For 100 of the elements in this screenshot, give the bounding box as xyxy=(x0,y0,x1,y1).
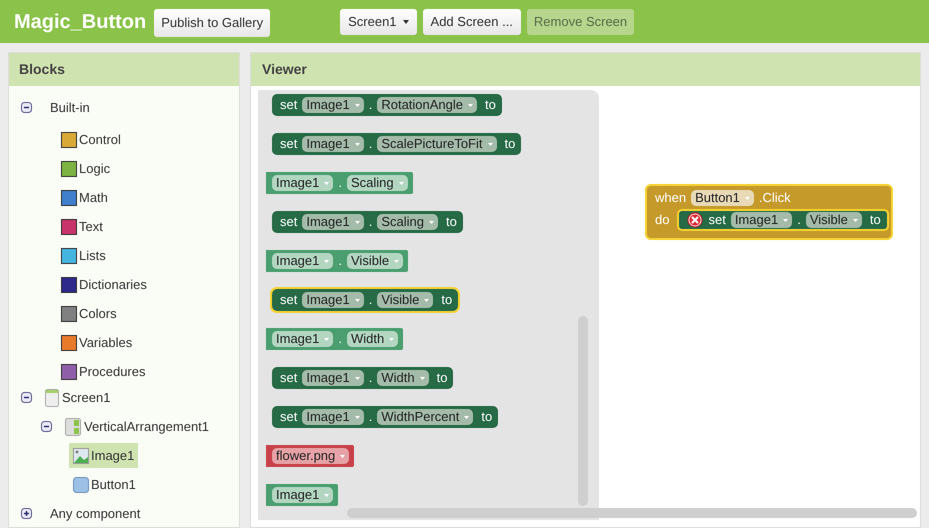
add-screen-button[interactable]: Add Screen ... xyxy=(422,8,521,34)
block-text: set xyxy=(280,213,298,232)
block-text: . xyxy=(368,213,372,232)
block-text: to xyxy=(436,369,448,388)
tree-label[interactable]: Built-in xyxy=(50,98,90,118)
caret-icon xyxy=(783,218,788,222)
screen-dropdown[interactable]: Screen1 xyxy=(340,8,417,34)
setter-block[interactable]: set Image1 . Visible to xyxy=(677,209,889,231)
setter-block[interactable]: set Image1 . WidthPercent to xyxy=(272,406,498,428)
tree-item[interactable]: Image1 xyxy=(69,442,138,468)
category-label: Lists xyxy=(79,246,106,264)
getter-block[interactable]: Image1 . Width xyxy=(266,328,404,350)
block-text: to xyxy=(441,291,452,310)
category-label: Logic xyxy=(79,160,110,178)
component-dropdown[interactable]: Image1 xyxy=(302,97,364,113)
block-text: do xyxy=(655,211,670,230)
setter-block[interactable]: set Image1 . Visible to xyxy=(272,289,458,311)
category-label: Text xyxy=(79,218,103,236)
block-text: . xyxy=(368,135,372,154)
caret-icon xyxy=(488,142,492,146)
panel-title: Blocks xyxy=(19,60,65,79)
property-dropdown[interactable]: ScalePictureToFit xyxy=(377,136,496,152)
getter-block[interactable]: Image1 . Scaling xyxy=(266,172,413,194)
block-text: . xyxy=(338,174,342,192)
component-dropdown[interactable]: Image1 xyxy=(730,212,792,228)
panel-title: Viewer xyxy=(262,60,307,79)
caret-icon xyxy=(398,182,404,184)
block-text: . xyxy=(368,291,372,310)
button-icon xyxy=(73,476,89,492)
setter-block[interactable]: set Image1 . ScalePictureToFit to xyxy=(272,133,522,155)
block-text: . xyxy=(368,408,372,426)
caret-icon xyxy=(354,220,360,224)
caret-icon xyxy=(394,260,400,262)
asset-block[interactable]: flower.png xyxy=(266,445,354,467)
setter-block[interactable]: set Image1 . Scaling to xyxy=(272,211,463,233)
block-text: . xyxy=(338,330,342,348)
component-dropdown[interactable]: Image1 xyxy=(272,253,334,269)
block-text: set xyxy=(280,408,298,426)
getter-block[interactable]: Image1 . Visible xyxy=(266,250,408,272)
block-text: . xyxy=(797,211,801,230)
tree-item[interactable]: Button1 xyxy=(69,472,140,498)
component-dropdown[interactable]: Image1 xyxy=(272,331,334,347)
block-text: to xyxy=(485,96,496,114)
block-text: . xyxy=(338,252,342,270)
property-dropdown[interactable]: Width xyxy=(377,370,429,386)
publish-button[interactable]: Publish to Gallery xyxy=(154,9,270,37)
scrollbar[interactable] xyxy=(347,508,917,518)
property-dropdown[interactable]: Scaling xyxy=(377,214,438,230)
block-text: set xyxy=(280,369,298,388)
setter-block[interactable]: set Image1 . Width to xyxy=(272,367,454,389)
component-dropdown[interactable]: Image1 xyxy=(302,292,364,308)
component-block[interactable]: Image1 xyxy=(266,484,338,506)
caret-icon xyxy=(424,298,430,302)
caret-icon xyxy=(389,338,394,340)
caret-icon xyxy=(354,376,360,380)
component-dropdown[interactable]: Button1 xyxy=(691,190,754,206)
caret-icon xyxy=(340,454,346,458)
image-icon xyxy=(73,448,89,464)
caret-icon xyxy=(464,416,470,418)
block-text: set xyxy=(280,96,298,114)
tree-label[interactable]: Any component xyxy=(50,504,140,524)
category-label: Control xyxy=(79,130,121,148)
property-dropdown[interactable]: Scaling xyxy=(347,175,408,191)
caret-icon xyxy=(354,298,360,302)
component-dropdown[interactable]: flower.png xyxy=(272,448,350,464)
property-dropdown[interactable]: Visible xyxy=(347,253,404,269)
block-text: to xyxy=(481,408,492,426)
category-label: Procedures xyxy=(79,362,146,380)
component-dropdown[interactable]: Image1 xyxy=(302,136,364,152)
component-dropdown[interactable]: Image1 xyxy=(302,409,364,425)
tree-label[interactable]: VerticalArrangement1 xyxy=(84,416,210,436)
component-dropdown[interactable]: Image1 xyxy=(302,370,364,386)
property-dropdown[interactable]: Width xyxy=(347,331,398,347)
caret-icon xyxy=(402,20,409,24)
category-label: Math xyxy=(79,188,108,206)
block-text: . xyxy=(368,369,372,388)
component-dropdown[interactable]: Image1 xyxy=(272,175,334,191)
caret-icon xyxy=(852,218,858,222)
phone-icon xyxy=(45,388,59,406)
event-block[interactable]: when Button1 .Click do set Image1 . Visible to xyxy=(645,184,893,240)
app-title: Magic_Button xyxy=(14,10,146,34)
caret-icon xyxy=(354,416,360,418)
block-text: set xyxy=(280,291,298,310)
caret-icon xyxy=(428,220,434,224)
caret-icon xyxy=(468,104,474,106)
tree-label[interactable]: Screen1 xyxy=(62,388,110,408)
property-dropdown[interactable]: RotationAngle xyxy=(377,97,478,113)
block-text: to xyxy=(870,211,881,230)
component-dropdown[interactable]: Image1 xyxy=(302,214,364,230)
component-dropdown[interactable]: Image1 xyxy=(272,487,334,503)
property-dropdown[interactable]: Visible xyxy=(806,212,862,228)
caret-icon xyxy=(324,260,330,262)
caret-icon xyxy=(324,182,330,184)
block-text: . xyxy=(368,96,372,114)
caret-icon xyxy=(324,494,330,496)
caret-icon xyxy=(324,338,330,340)
caret-icon xyxy=(744,196,750,200)
property-dropdown[interactable]: WidthPercent xyxy=(377,409,474,425)
property-dropdown[interactable]: Visible xyxy=(377,292,434,308)
setter-block[interactable]: set Image1 . RotationAngle to xyxy=(272,94,502,116)
